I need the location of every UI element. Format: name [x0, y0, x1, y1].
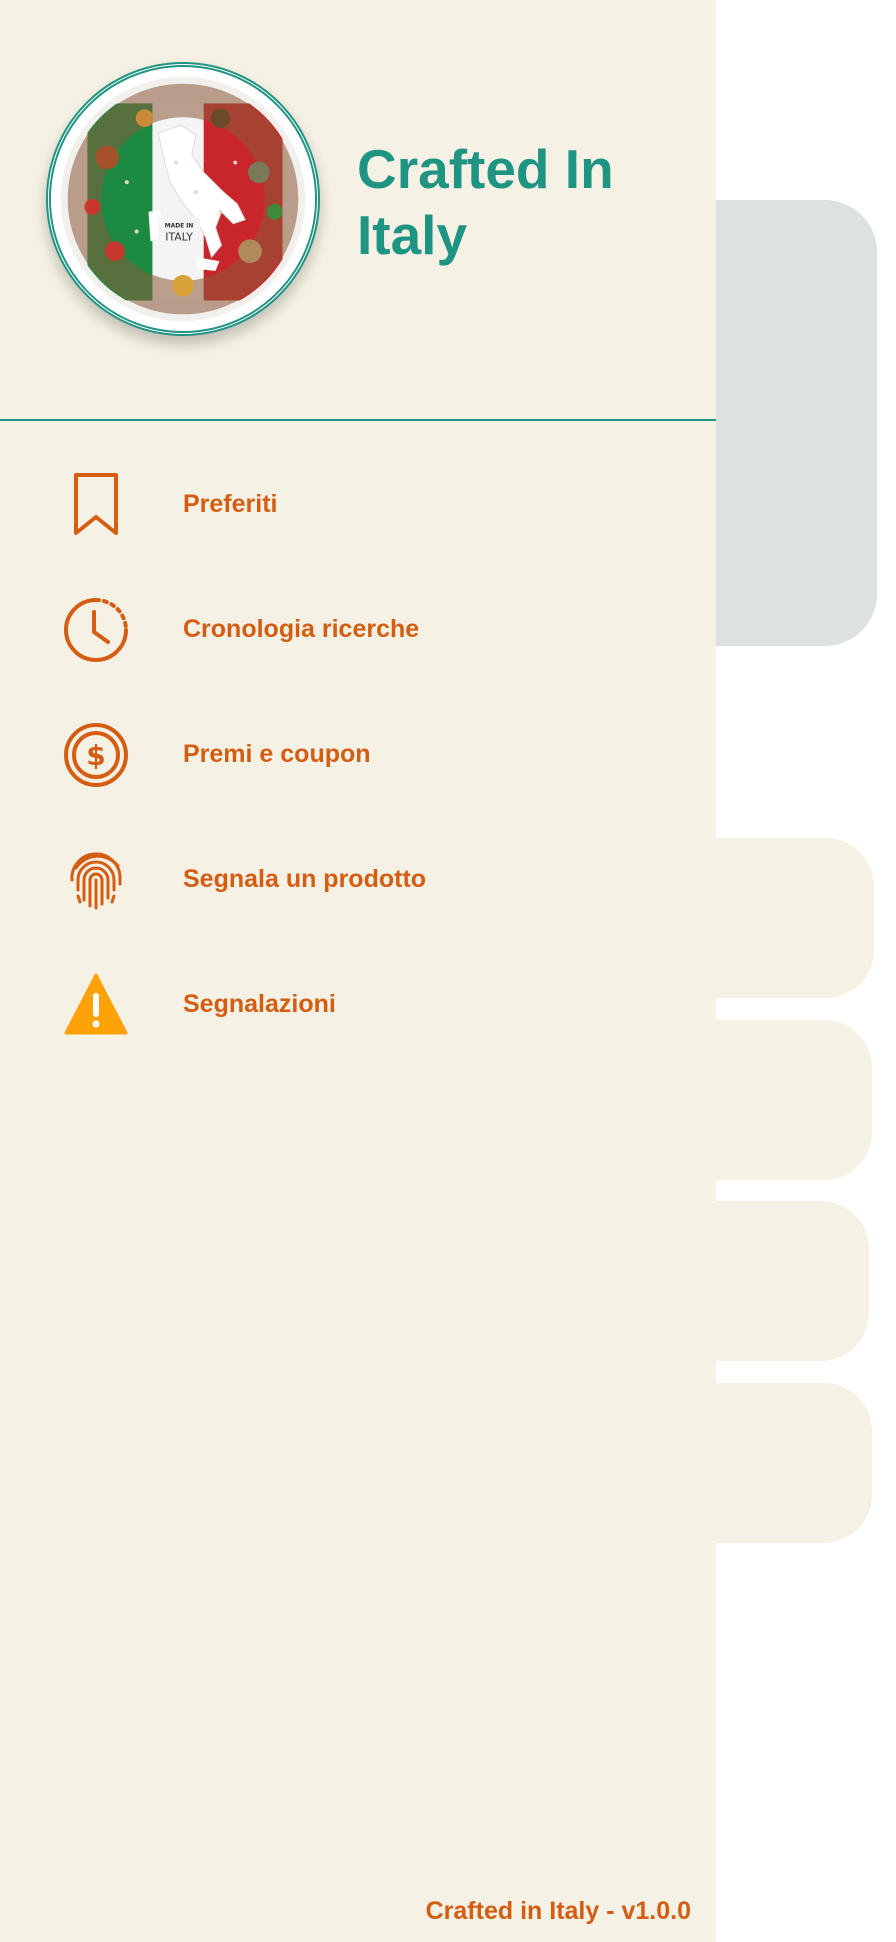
menu-item-segnala-un-prodotto[interactable]: Segnala un prodotto	[0, 817, 716, 942]
drawer-header: MADE IN ITALY Crafted In Italy	[0, 0, 716, 421]
menu-item-label: Segnalazioni	[183, 990, 336, 1018]
fingerprint-icon	[62, 846, 130, 914]
menu-item-label: Preferiti	[183, 490, 278, 518]
history-clock-icon	[62, 596, 130, 664]
navigation-drawer: MADE IN ITALY Crafted In Italy Preferiti	[0, 0, 716, 1942]
menu-item-label: Segnala un prodotto	[183, 865, 427, 893]
menu-item-cronologia-ricerche[interactable]: Cronologia ricerche	[0, 567, 716, 692]
drawer-menu: Preferiti Cronologia ricerche $ Premi e …	[0, 442, 716, 1067]
app-screen: MADE IN ITALY Crafted In Italy Preferiti	[0, 0, 896, 1942]
app-version-label: Crafted in Italy - v1.0.0	[425, 1897, 691, 1925]
bookmark-icon	[62, 471, 130, 539]
app-logo: MADE IN ITALY	[46, 62, 320, 336]
menu-item-preferiti[interactable]: Preferiti	[0, 442, 716, 567]
dollar-coin-icon: $	[62, 721, 130, 789]
menu-item-label: Premi e coupon	[183, 740, 371, 768]
app-title: Crafted In Italy	[357, 138, 614, 266]
svg-text:ITALY: ITALY	[165, 230, 193, 243]
menu-item-label: Cronologia ricerche	[183, 615, 420, 643]
warning-icon	[62, 971, 130, 1039]
menu-item-premi-e-coupon[interactable]: $ Premi e coupon	[0, 692, 716, 817]
made-in-italy-logo-icon: MADE IN ITALY	[48, 64, 318, 334]
menu-item-segnalazioni[interactable]: Segnalazioni	[0, 942, 716, 1067]
svg-text:$: $	[86, 739, 105, 772]
header-divider	[0, 419, 716, 421]
svg-text:MADE IN: MADE IN	[165, 224, 194, 230]
